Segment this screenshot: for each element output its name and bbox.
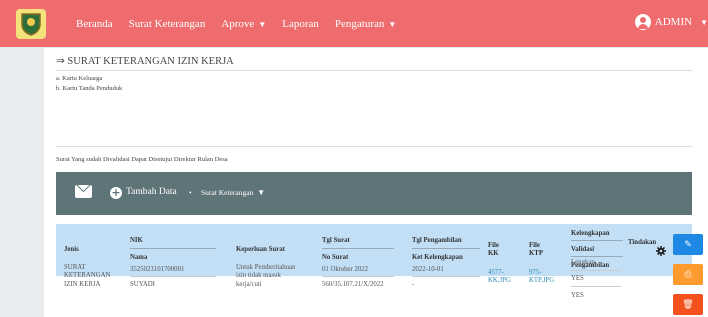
file-ktp-link[interactable]: 975- KTP.JPG xyxy=(529,269,554,286)
cell-separator xyxy=(412,276,480,277)
cell-tgl-pengambilan: 2022-10-01 xyxy=(412,266,444,273)
mail-icon[interactable] xyxy=(75,185,92,198)
th-file-ktp-line2: KTP xyxy=(529,250,543,258)
divider xyxy=(56,146,692,147)
toolbar-bullet: • xyxy=(189,188,192,197)
file-kk-line2: KK.JPG xyxy=(488,277,511,285)
th-nik[interactable]: NIK xyxy=(130,237,143,245)
file-ktp-line1: 975- xyxy=(529,269,542,276)
surat-keterangan-dropdown[interactable]: Surat Keterangan ▼ xyxy=(201,188,265,197)
cell-tgl-surat: 01 Oktober 2022 xyxy=(322,266,369,273)
cell-nik: 3525023101700001 xyxy=(130,266,185,273)
cell-keperluan-line1: Untuk Pemberitahuan xyxy=(236,264,296,271)
chevron-down-icon: ▼ xyxy=(257,188,266,197)
cell-validasi: YES xyxy=(571,275,584,282)
header-separator xyxy=(412,248,480,249)
cell-kelengkapan: Lengkap xyxy=(571,259,595,266)
nav-aprove[interactable]: Aprove ▼ xyxy=(221,18,266,30)
cell-separator xyxy=(571,286,621,287)
header-separator xyxy=(130,248,216,249)
file-kk-line1: 4577- xyxy=(488,269,504,276)
th-file-kk[interactable]: File KK xyxy=(488,242,499,259)
cell-jenis-line2: KETERANGAN xyxy=(64,272,111,280)
nav-beranda[interactable]: Beranda xyxy=(76,18,113,30)
gear-icon[interactable] xyxy=(656,246,666,256)
th-file-kk-line1: File xyxy=(488,242,499,249)
divider xyxy=(56,70,692,71)
cell-separator xyxy=(322,276,394,277)
th-tindakan: Tindakan xyxy=(628,239,657,246)
top-navbar: Beranda Surat Keterangan Aprove ▼ Laporan… xyxy=(0,0,708,47)
nav-aprove-label: Aprove xyxy=(221,17,255,30)
cell-no-surat: 560/35.107.21/X/2022 xyxy=(322,281,384,288)
th-no-surat[interactable]: No Surat xyxy=(322,254,348,262)
plus-circle-icon[interactable]: + xyxy=(110,187,122,199)
cell-pengambilan: YES xyxy=(571,292,584,299)
app-logo[interactable] xyxy=(16,8,46,39)
nav-pengaturan-label: Pengaturan xyxy=(334,17,385,30)
th-file-ktp-line1: File xyxy=(529,242,540,249)
requirement-item: a. Kartu Keluarga xyxy=(56,75,103,82)
requirement-item: b. Kartu Tanda Penduduk xyxy=(56,85,123,92)
header-separator xyxy=(571,256,623,257)
th-tgl-surat[interactable]: Tgl Surat xyxy=(322,237,350,245)
file-kk-link[interactable]: 4577- KK.JPG xyxy=(488,269,511,286)
content-card: ⇒ SURAT KETERANGAN IZIN KERJA a. Kartu K… xyxy=(44,48,708,317)
print-button[interactable]: ⎙ xyxy=(673,264,703,285)
cell-keperluan: Untuk Pemberitahuan izin tidak masuk ker… xyxy=(236,264,295,289)
cell-jenis-line3: IZIN KERJA xyxy=(64,280,101,288)
cell-separator xyxy=(571,270,621,271)
delete-button[interactable]: 🗑 xyxy=(673,294,703,315)
user-menu[interactable]: ADMIN ▼ xyxy=(634,14,708,30)
trash-icon: 🗑 xyxy=(682,299,694,310)
header-separator xyxy=(571,240,623,241)
th-kelengkapan[interactable]: Kelengkapan xyxy=(571,230,610,238)
cell-nama: SUYADI xyxy=(130,281,155,288)
cell-ket-kelengkapan: - xyxy=(412,281,415,288)
th-keperluan[interactable]: Keperluan Surat xyxy=(236,246,285,254)
chevron-down-icon: ▼ xyxy=(388,19,397,29)
th-nama[interactable]: Nama xyxy=(130,254,147,262)
th-file-ktp[interactable]: File KTP xyxy=(529,242,543,259)
nav-surat-keterangan[interactable]: Surat Keterangan xyxy=(129,18,206,30)
nav-laporan[interactable]: Laporan xyxy=(282,18,319,30)
pencil-icon: ✎ xyxy=(684,239,692,250)
cell-keperluan-line2: izin tidak masuk xyxy=(236,272,281,280)
th-tgl-pengambilan[interactable]: Tgl Pengambilan xyxy=(412,237,462,245)
user-avatar-icon xyxy=(634,14,651,30)
add-data-button[interactable]: Tambah Data xyxy=(126,187,177,197)
cell-separator xyxy=(130,276,216,277)
cell-jenis-line1: SURAT xyxy=(64,264,86,271)
nav-pengaturan[interactable]: Pengaturan ▼ xyxy=(335,18,396,30)
page-title: ⇒ SURAT KETERANGAN IZIN KERJA xyxy=(56,56,234,67)
validation-note: Surat Yang sudah Divalidasi Dapat Disetu… xyxy=(56,156,228,163)
header-separator xyxy=(322,248,394,249)
print-icon: ⎙ xyxy=(684,269,692,280)
file-ktp-line2: KTP.JPG xyxy=(529,277,555,285)
th-file-kk-line2: KK xyxy=(488,250,499,258)
th-validasi[interactable]: Validasi xyxy=(571,246,594,254)
th-jenis[interactable]: Jenis xyxy=(64,246,79,254)
emblem-icon xyxy=(21,12,41,36)
th-ket-kelengkapan[interactable]: Ket Kelengkapan xyxy=(412,254,463,262)
table-toolbar: + Tambah Data • Surat Keterangan ▼ xyxy=(56,172,692,215)
edit-button[interactable]: ✎ xyxy=(673,234,703,255)
cell-jenis: SURAT KETERANGAN IZIN KERJA xyxy=(64,264,110,289)
chevron-down-icon: ▼ xyxy=(700,17,708,27)
surat-keterangan-dropdown-label: Surat Keterangan xyxy=(201,188,254,197)
user-name: ADMIN xyxy=(654,16,693,28)
chevron-down-icon: ▼ xyxy=(258,19,267,29)
cell-keperluan-line3: kerja/cuti xyxy=(236,280,262,288)
